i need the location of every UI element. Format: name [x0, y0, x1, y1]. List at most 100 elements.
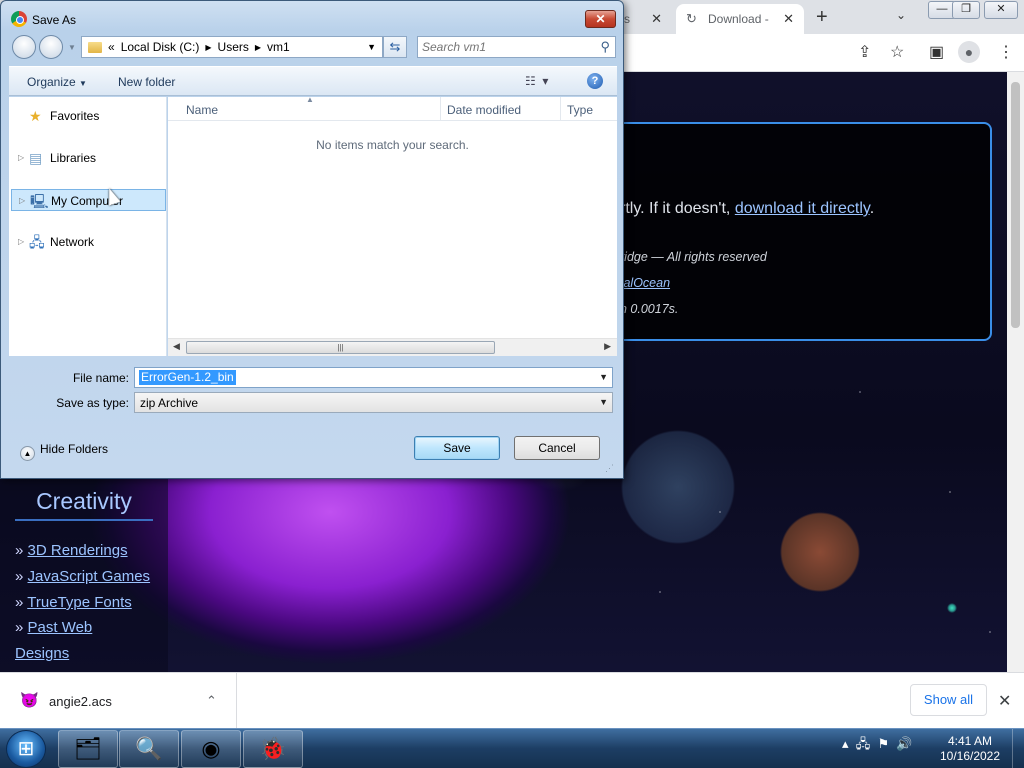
sidebar-link-label[interactable]: TrueType Fonts	[27, 594, 132, 611]
scroll-left-icon[interactable]: ◀	[173, 341, 180, 352]
sidepanel-icon[interactable]: ▣	[929, 42, 944, 62]
help-icon[interactable]: ?	[587, 73, 603, 89]
back-button[interactable]	[12, 35, 36, 59]
breadcrumb-separator-icon[interactable]: ▶	[205, 43, 211, 52]
profile-icon[interactable]: ●	[958, 41, 980, 63]
expand-arrow-icon[interactable]: ▷	[19, 190, 25, 212]
tab-active[interactable]: ↻ Download - ✕	[676, 4, 804, 34]
cancel-button[interactable]: Cancel	[514, 436, 600, 460]
chevron-up-icon[interactable]: ⌃	[206, 693, 217, 709]
sidebar-link-label[interactable]: 3D Renderings	[28, 542, 128, 559]
expand-arrow-icon[interactable]: ▷	[18, 231, 24, 253]
clock[interactable]: 4:41 AM 10/16/2022	[925, 734, 1015, 764]
organize-button[interactable]: Organize ▼	[27, 75, 87, 89]
breadcrumb-item[interactable]: Users	[218, 40, 249, 54]
resize-grip-icon[interactable]: ⋰	[605, 463, 614, 474]
download-direct-link[interactable]: download it directly	[735, 200, 870, 217]
breadcrumb-overflow[interactable]: «	[108, 40, 115, 54]
empty-message: No items match your search.	[316, 138, 469, 152]
nav-item-favorites[interactable]: ★ Favorites	[9, 105, 166, 127]
nav-item-label: Favorites	[50, 109, 100, 123]
download-message-suffix: .	[869, 200, 875, 217]
footer-host-link[interactable]: talOcean	[620, 276, 670, 290]
show-desktop-button[interactable]	[1012, 729, 1024, 768]
chrome-icon[interactable]: ◉	[181, 730, 241, 768]
close-icon[interactable]: ✕	[998, 691, 1011, 711]
save-button[interactable]: Save	[414, 436, 500, 460]
clock-time: 4:41 AM	[947, 734, 993, 748]
tab-search-chevron-icon[interactable]: ⌄	[896, 8, 906, 22]
sidebar-link-label[interactable]: Past Web	[28, 619, 93, 636]
scrollbar-thumb[interactable]: |||	[186, 341, 495, 354]
hide-folders-button[interactable]: ▲ Hide Folders	[20, 442, 108, 461]
refresh-button[interactable]: ⇆	[383, 36, 407, 58]
tab-close-icon[interactable]: ✕	[651, 11, 662, 27]
breadcrumb-item[interactable]: vm1	[267, 40, 290, 54]
column-header-type[interactable]: Type	[567, 103, 593, 117]
menu-icon[interactable]: ⋮	[998, 42, 1014, 62]
breadcrumb-separator-icon[interactable]: ▶	[255, 43, 261, 52]
system-tray[interactable]: ▴ 🖧 ⚑ 🔊	[842, 735, 913, 757]
search-input[interactable]	[422, 37, 592, 57]
taskbar: ⊞ 🗂 🔍 ◉ 🐞 ▴ 🖧 ⚑ 🔊 4:41 AM 10/16/2022	[0, 728, 1024, 768]
save-as-type-value: zip Archive	[140, 396, 199, 410]
nav-item-libraries[interactable]: ▷ ▤ Libraries	[9, 147, 166, 169]
explorer-icon[interactable]: 🗂	[58, 730, 118, 768]
new-tab-button[interactable]: +	[816, 6, 828, 29]
star-icon[interactable]: ☆	[890, 42, 904, 62]
sidebar-link[interactable]: » 3D Renderings	[15, 542, 128, 559]
column-divider[interactable]	[440, 97, 441, 121]
show-all-button[interactable]: Show all	[910, 684, 987, 716]
sidebar-link[interactable]: Designs	[15, 645, 69, 662]
dropdown-arrow-icon[interactable]: ▼	[599, 372, 608, 382]
footer-timing: n 0.0017s.	[620, 302, 679, 316]
breadcrumb-item[interactable]: Local Disk (C:)	[121, 40, 200, 54]
window-close-button[interactable]: ✕	[984, 1, 1018, 19]
folder-icon	[88, 41, 102, 53]
address-bar[interactable]: « Local Disk (C:) ▶ Users ▶ vm1 ▼	[81, 36, 383, 58]
view-options-icon[interactable]: ☷ ▾	[525, 74, 548, 88]
nav-item-my-computer[interactable]: ▷ 🖳 My Computer	[11, 189, 166, 211]
share-icon[interactable]: ⇪	[858, 42, 871, 62]
bullet: »	[15, 594, 24, 611]
bug-app-icon[interactable]: 🐞	[243, 730, 303, 768]
maximize-button[interactable]: ❐	[952, 1, 980, 19]
column-header-date-modified[interactable]: Date modified	[447, 103, 521, 117]
page-scrollbar-thumb[interactable]	[1011, 82, 1020, 328]
sidebar-link[interactable]: » TrueType Fonts	[15, 594, 132, 611]
download-item[interactable]: 😈 angie2.acs ⌃	[0, 673, 237, 729]
sidebar-heading: Creativity	[15, 488, 153, 521]
footer-host: talOcean	[620, 276, 670, 290]
forward-button[interactable]	[39, 35, 63, 59]
sidebar-link[interactable]: » JavaScript Games	[15, 568, 150, 585]
column-divider[interactable]	[560, 97, 561, 121]
download-bar: 😈 angie2.acs ⌃ Show all ✕	[0, 672, 1024, 729]
address-dropdown-icon[interactable]: ▼	[367, 42, 376, 52]
library-icon: ▤	[29, 150, 43, 166]
tab-close-icon[interactable]: ✕	[783, 11, 794, 27]
start-button[interactable]: ⊞	[6, 730, 46, 768]
expand-arrow-icon[interactable]: ▷	[18, 147, 24, 169]
dialog-close-button[interactable]: ✕	[585, 10, 616, 28]
loading-icon: ↻	[686, 11, 697, 26]
nav-item-network[interactable]: ▷ 🖧 Network	[9, 231, 166, 253]
search-icon[interactable]: 🔍	[119, 730, 179, 768]
bullet: »	[15, 542, 24, 559]
network-icon: 🖧	[29, 234, 45, 250]
recent-locations-chevron-icon[interactable]: ▼	[68, 43, 76, 52]
file-name-field[interactable]: ErrorGen-1.2_bin ▼	[134, 367, 613, 388]
scroll-right-icon[interactable]: ▶	[604, 341, 611, 352]
new-folder-button[interactable]: New folder	[118, 75, 175, 89]
search-icon[interactable]: ⚲	[600, 39, 610, 55]
file-name-value[interactable]: ErrorGen-1.2_bin	[139, 370, 236, 385]
column-header-name[interactable]: Name	[186, 103, 218, 117]
sidebar-link-label[interactable]: Designs	[15, 645, 69, 662]
search-box[interactable]: ⚲	[417, 36, 616, 58]
sidebar-link[interactable]: » Past Web	[15, 619, 92, 636]
agent-file-icon: 😈	[20, 692, 39, 709]
horizontal-scrollbar[interactable]: ◀ ||| ▶	[168, 338, 617, 356]
sidebar-link-label[interactable]: JavaScript Games	[28, 568, 151, 585]
save-as-type-select[interactable]: zip Archive ▼	[134, 392, 613, 413]
bullet: »	[15, 619, 24, 636]
dropdown-arrow-icon[interactable]: ▼	[599, 397, 608, 407]
